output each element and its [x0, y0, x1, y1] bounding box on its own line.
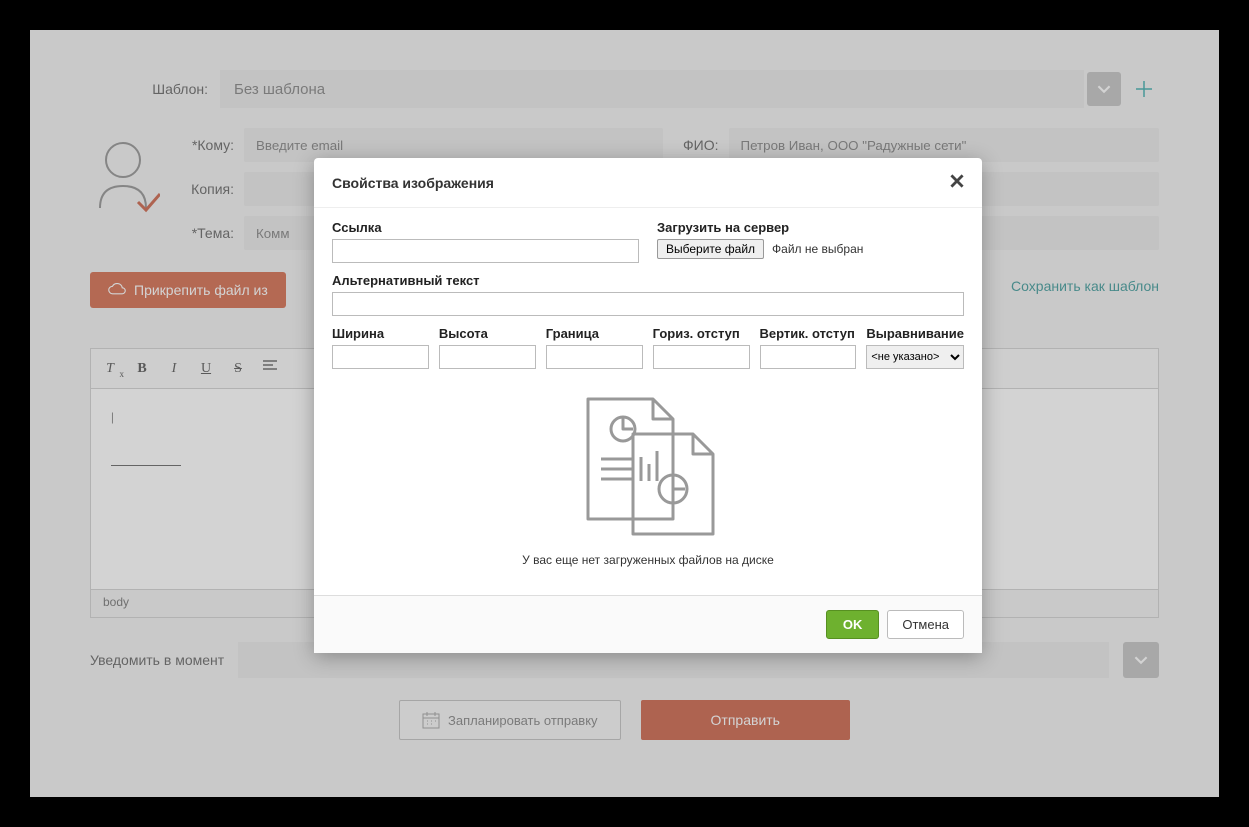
close-dialog-button[interactable]	[950, 172, 964, 193]
width-input[interactable]	[332, 345, 429, 369]
border-label: Граница	[546, 326, 643, 341]
template-select[interactable]: Без шаблона	[220, 70, 1084, 108]
file-status-text: Файл не выбран	[772, 242, 863, 256]
copy-label: Копия:	[182, 181, 244, 197]
cloud-icon	[108, 283, 126, 297]
url-input[interactable]	[332, 239, 639, 263]
upload-label: Загрузить на сервер	[657, 220, 964, 235]
notify-dropdown-toggle[interactable]	[1123, 642, 1159, 678]
align-button[interactable]	[261, 360, 279, 377]
attach-file-button[interactable]: Прикрепить файл из	[90, 272, 286, 308]
cancel-button[interactable]: Отмена	[887, 610, 964, 639]
vspace-input[interactable]	[760, 345, 857, 369]
border-input[interactable]	[546, 345, 643, 369]
align-label: Выравнивание	[866, 326, 964, 341]
align-select[interactable]: <не указано>	[866, 345, 964, 369]
empty-files-message: У вас еще нет загруженных файлов на диск…	[522, 553, 774, 567]
height-label: Высота	[439, 326, 536, 341]
fio-label: ФИО:	[679, 137, 729, 153]
template-label: Шаблон:	[90, 81, 220, 97]
documents-icon	[563, 389, 733, 539]
clear-format-button[interactable]: Tx	[101, 361, 119, 377]
vspace-label: Вертик. отступ	[760, 326, 857, 341]
to-input[interactable]	[244, 128, 663, 162]
image-properties-dialog: Свойства изображения Ссылка Загрузить на…	[314, 158, 982, 653]
width-label: Ширина	[332, 326, 429, 341]
hspace-input[interactable]	[653, 345, 750, 369]
alt-text-label: Альтернативный текст	[332, 273, 964, 288]
app-frame: Шаблон: Без шаблона *Кому:	[30, 30, 1219, 797]
ok-button[interactable]: OK	[826, 610, 880, 639]
underline-button[interactable]: U	[197, 361, 215, 377]
template-dropdown-toggle[interactable]	[1087, 72, 1121, 106]
to-label: *Кому:	[182, 137, 244, 153]
signature-divider	[111, 465, 181, 466]
fio-input[interactable]	[729, 128, 1160, 162]
choose-file-button[interactable]: Выберите файл	[657, 239, 764, 259]
cursor: |	[111, 409, 114, 424]
chevron-down-icon	[1097, 82, 1111, 96]
empty-files-placeholder: У вас еще нет загруженных файлов на диск…	[332, 369, 964, 577]
notify-label: Уведомить в момент	[90, 652, 224, 668]
plus-icon	[1135, 80, 1153, 98]
save-as-template-link[interactable]: Сохранить как шаблон	[1011, 278, 1159, 294]
add-template-button[interactable]	[1129, 80, 1159, 98]
close-icon	[950, 174, 964, 188]
send-button[interactable]: Отправить	[641, 700, 850, 740]
strike-button[interactable]: S	[229, 361, 247, 377]
avatar-icon	[90, 138, 160, 218]
chevron-down-icon	[1134, 653, 1148, 667]
subject-label: *Тема:	[182, 225, 244, 241]
dialog-title: Свойства изображения	[332, 175, 494, 191]
template-row: Шаблон: Без шаблона	[90, 70, 1159, 108]
calendar-icon	[422, 711, 440, 729]
italic-button[interactable]: I	[165, 361, 183, 377]
bold-button[interactable]: B	[133, 361, 151, 377]
avatar-column	[90, 128, 170, 221]
schedule-send-button[interactable]: Запланировать отправку	[399, 700, 621, 740]
url-label: Ссылка	[332, 220, 639, 235]
alt-text-input[interactable]	[332, 292, 964, 316]
hspace-label: Гориз. отступ	[653, 326, 750, 341]
align-icon	[263, 360, 277, 372]
height-input[interactable]	[439, 345, 536, 369]
